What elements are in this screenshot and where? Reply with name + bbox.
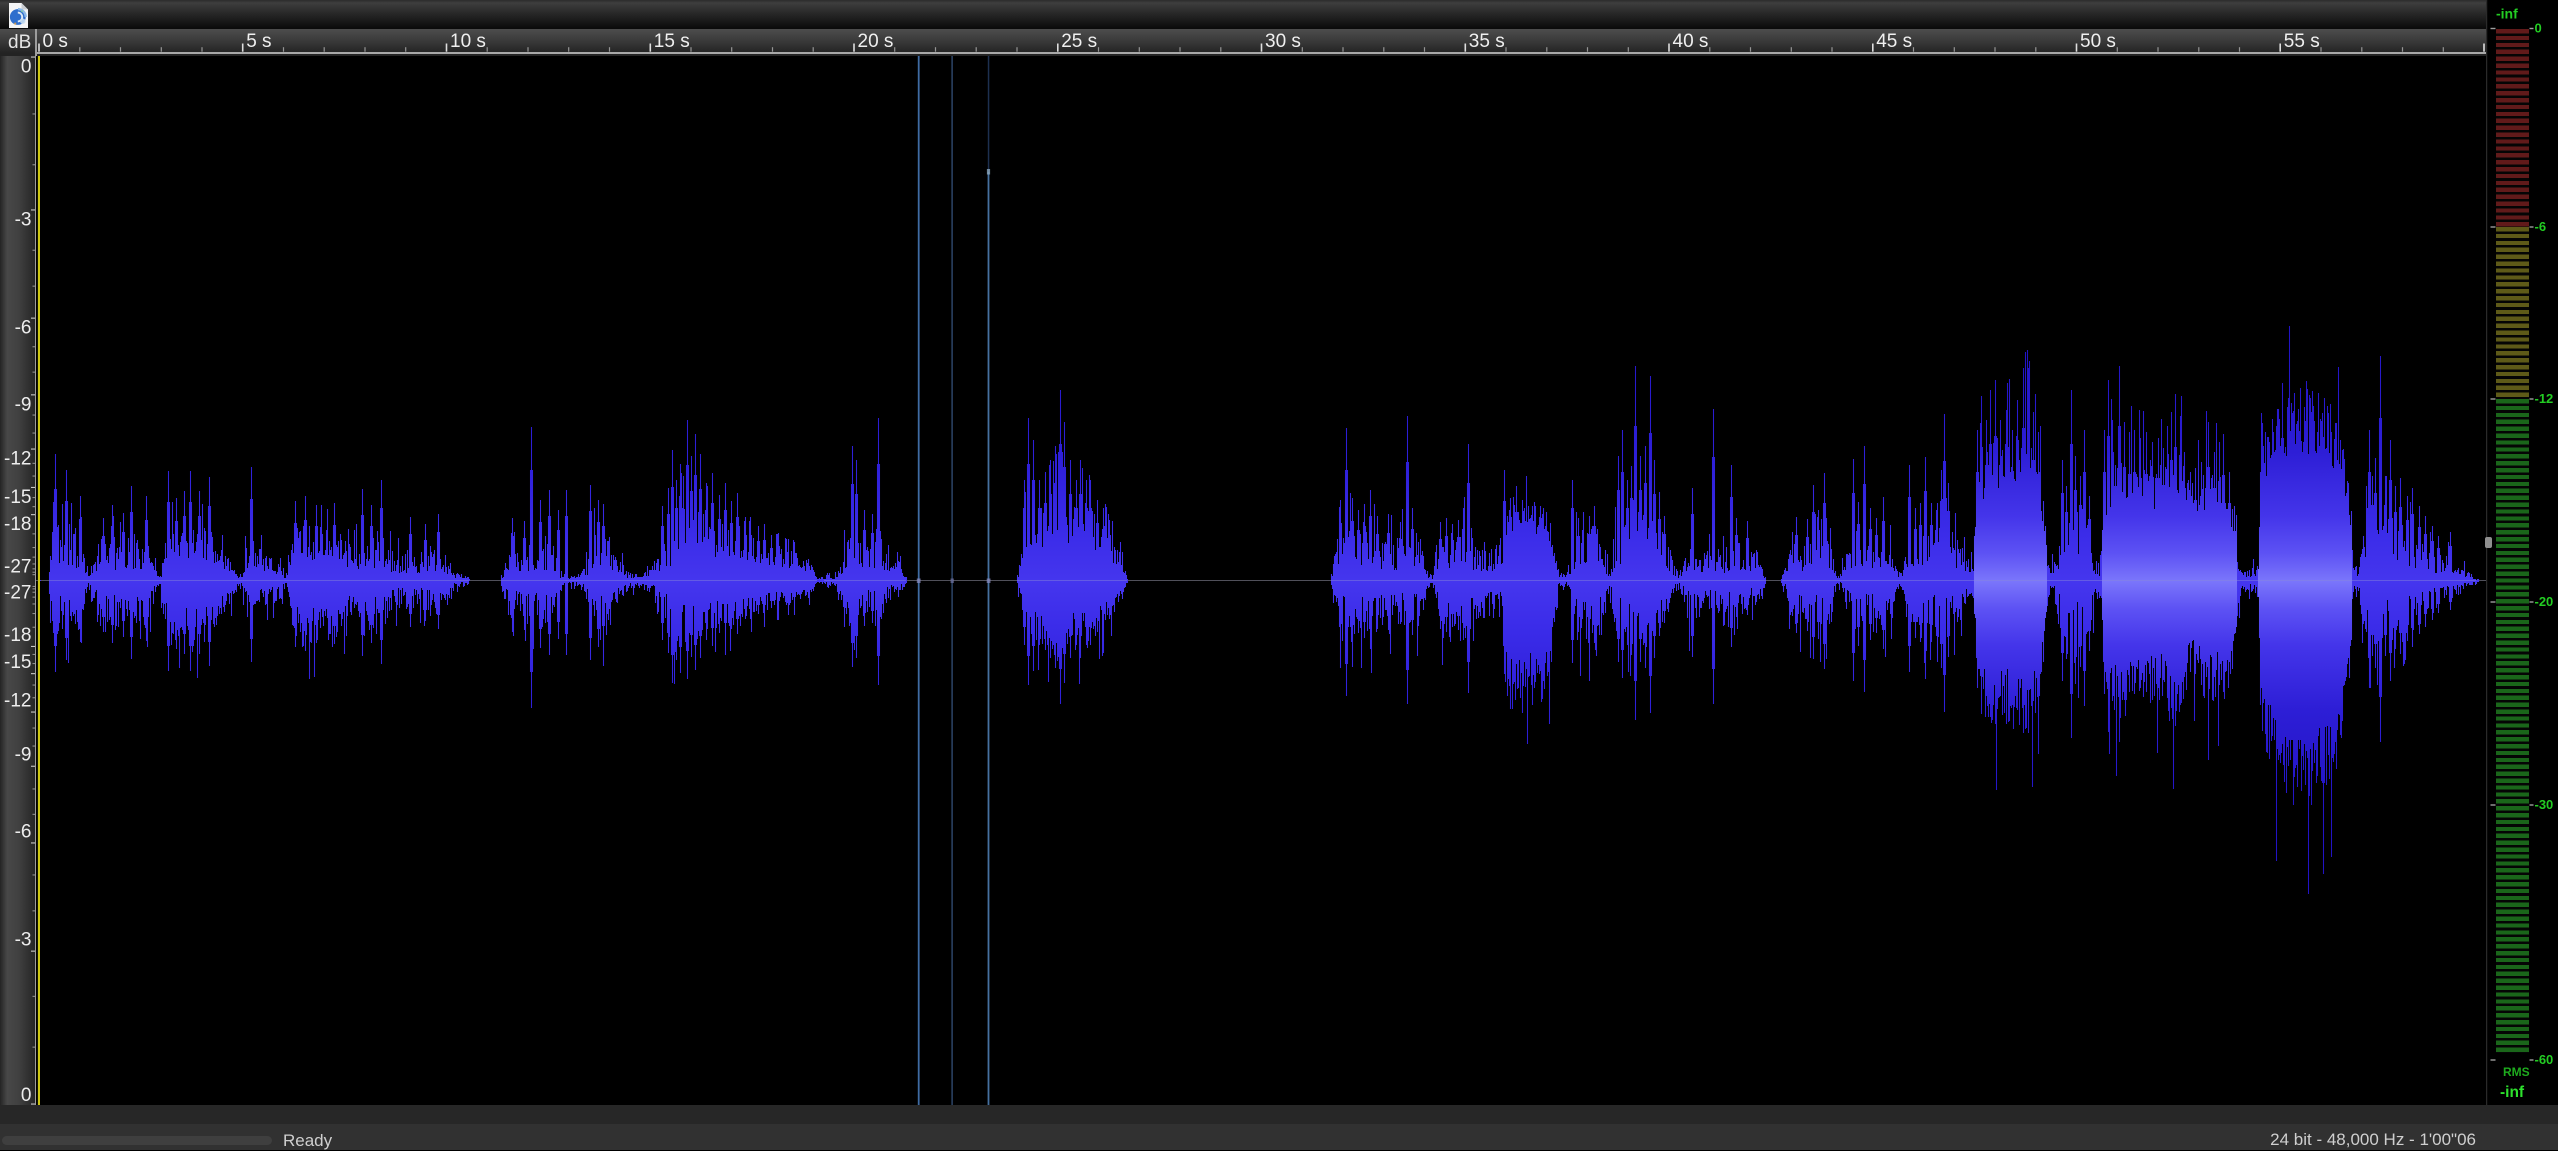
- svg-text:-12: -12: [2535, 391, 2554, 406]
- svg-text:-60: -60: [2535, 1052, 2554, 1067]
- svg-text:-inf: -inf: [2500, 1084, 2525, 1101]
- svg-text:0: 0: [2535, 20, 2542, 35]
- svg-text:-30: -30: [2535, 797, 2554, 812]
- svg-text:RMS: RMS: [2503, 1065, 2530, 1079]
- svg-text:-6: -6: [2535, 219, 2547, 234]
- svg-text:-inf: -inf: [2496, 6, 2518, 22]
- svg-text:-20: -20: [2535, 594, 2554, 609]
